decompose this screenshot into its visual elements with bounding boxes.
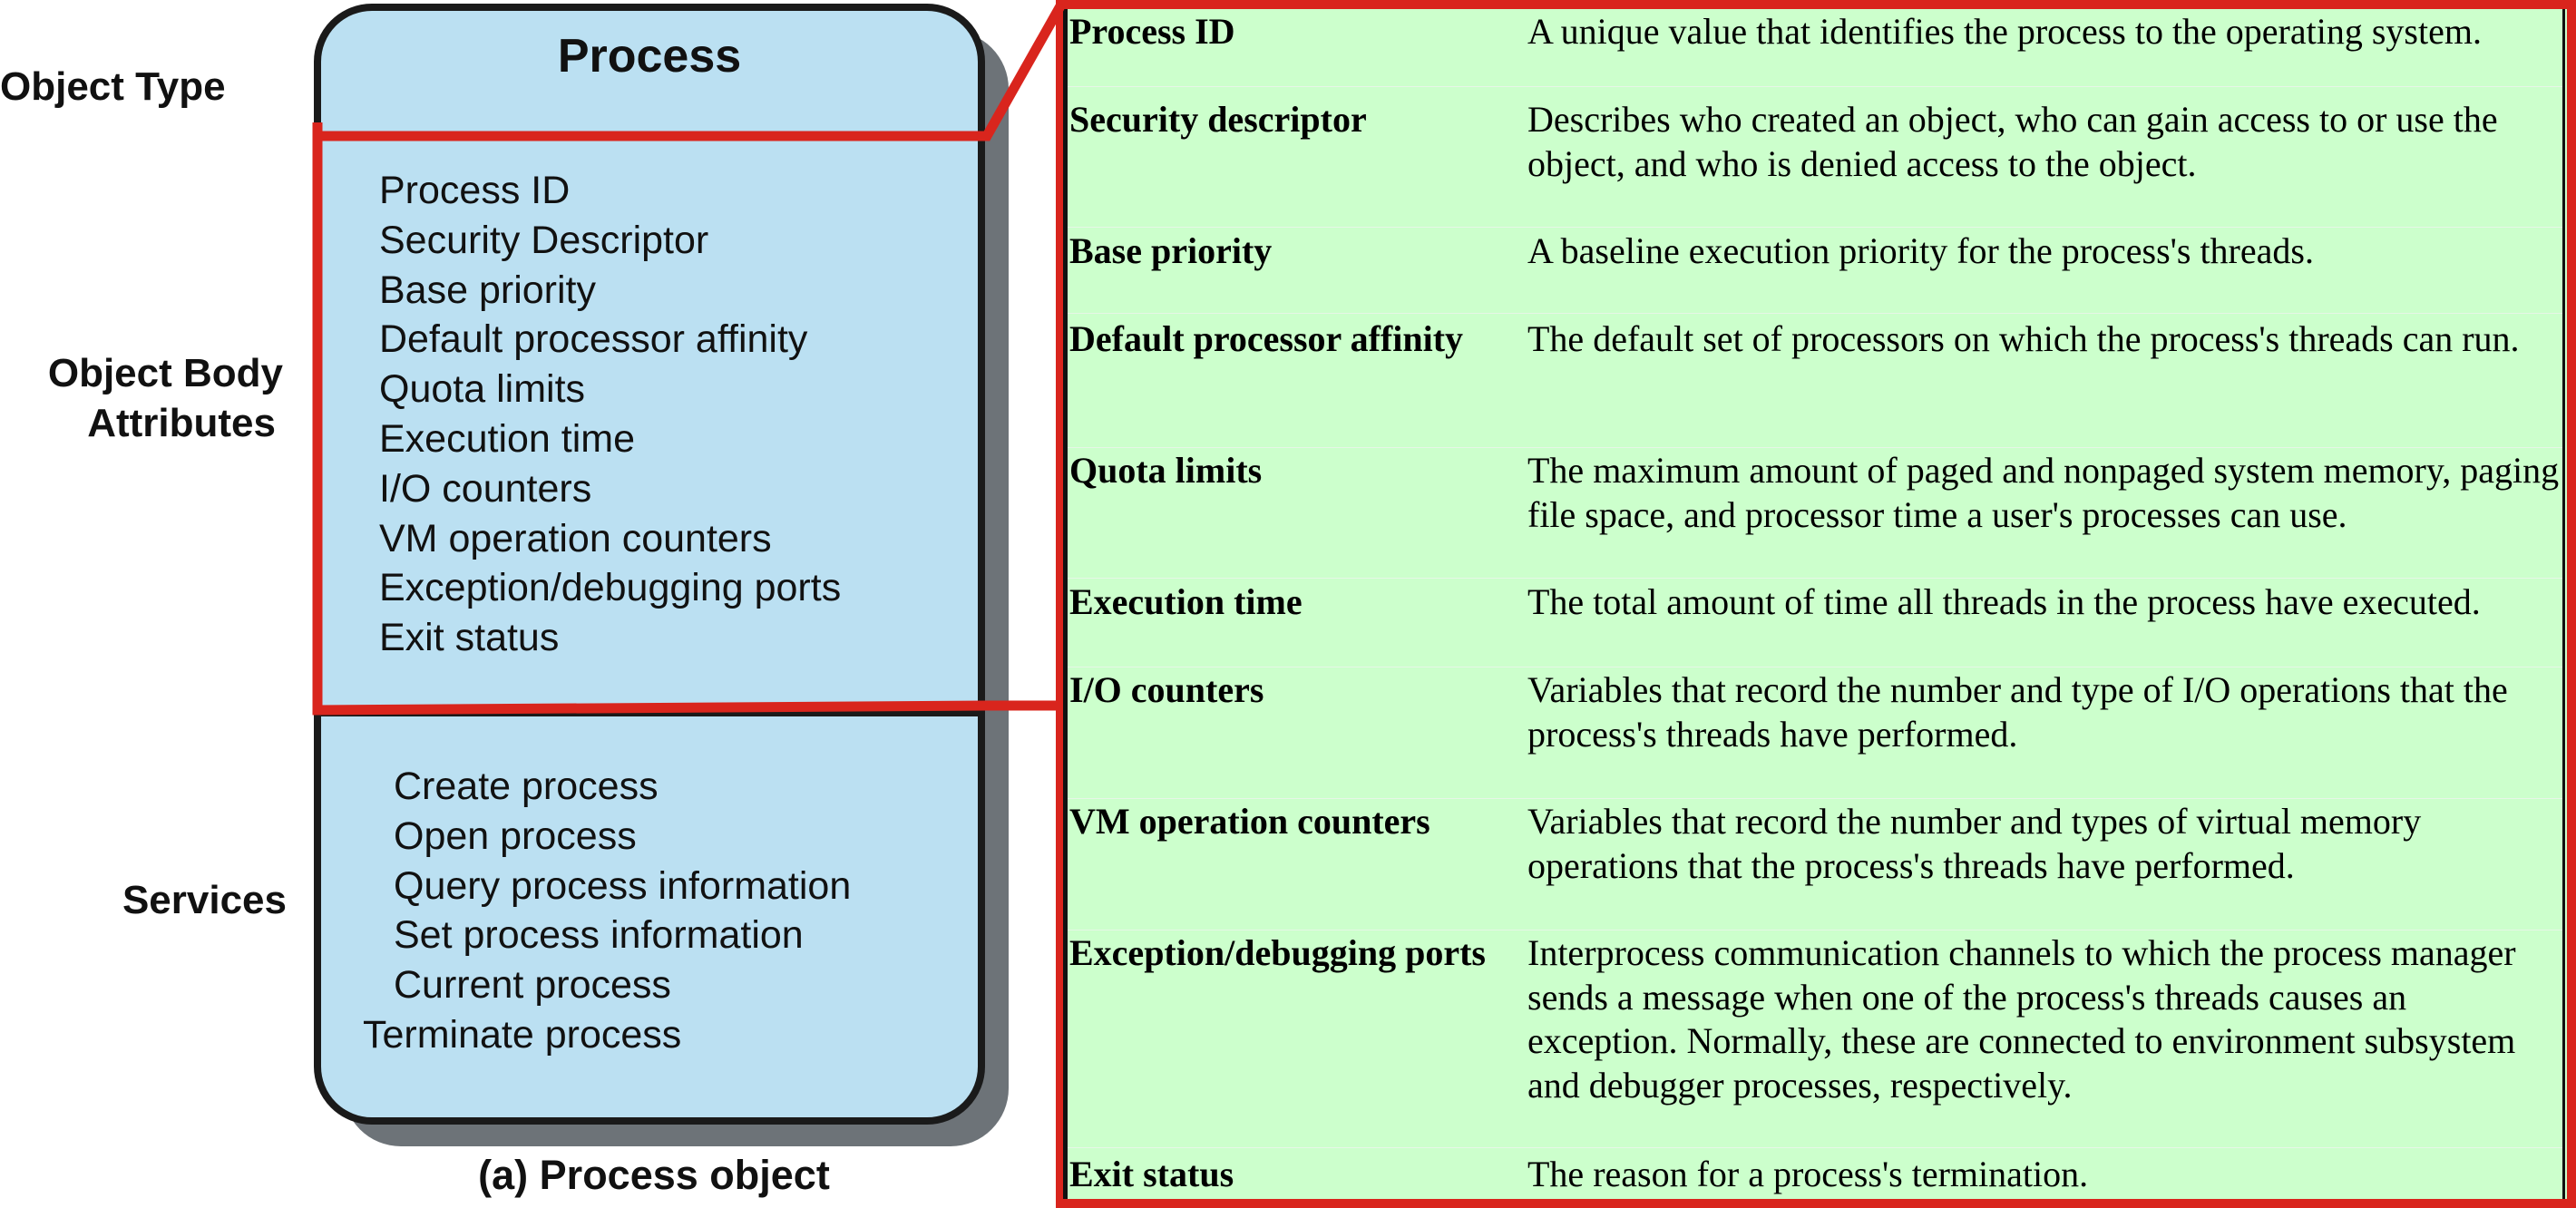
- attribute-description: The total amount of time all threads in …: [1527, 581, 2481, 622]
- row-divider: [1068, 1147, 2562, 1148]
- row-divider: [1068, 447, 2562, 448]
- attribute-name: Default processor affinity: [1069, 318, 1464, 359]
- panel-inner-border: [2562, 9, 2565, 1199]
- attribute-item: Process ID: [379, 169, 571, 212]
- attribute-description: Interprocess communication channels to w…: [1527, 932, 2516, 1106]
- services-divider: [317, 709, 983, 716]
- service-item: Create process: [394, 765, 659, 808]
- service-item: Current process: [394, 963, 671, 1008]
- attribute-name: Security descriptor: [1069, 99, 1367, 140]
- panel-inner-border: [1063, 9, 1068, 1199]
- attribute-name: I/O counters: [1069, 669, 1264, 710]
- attribute-description: Variables that record the number and typ…: [1527, 669, 2508, 755]
- attribute-item: Base priority: [379, 268, 596, 312]
- object-body-attributes-label: Object Body Attributes: [18, 348, 283, 448]
- attribute-item: Exit status: [379, 616, 560, 660]
- attribute-name: Exit status: [1069, 1154, 1234, 1194]
- row-divider: [1068, 798, 2562, 799]
- object-type-label: Object Type: [0, 64, 226, 109]
- process-object-title: Process: [557, 30, 742, 83]
- row-divider: [1068, 313, 2562, 314]
- object-body-label-line2: Attributes: [87, 401, 276, 445]
- attribute-item: Default processor affinity: [379, 317, 808, 362]
- attribute-name: Process ID: [1069, 11, 1235, 52]
- attribute-name: Base priority: [1069, 230, 1273, 271]
- attribute-description: Describes who created an object, who can…: [1527, 99, 2498, 184]
- attribute-name: VM operation counters: [1069, 801, 1430, 842]
- row-divider: [1068, 86, 2562, 87]
- services-list: Create process Open process Query proces…: [363, 762, 852, 1060]
- attribute-list: Process ID Security Descriptor Base prio…: [379, 166, 841, 663]
- attribute-name: Exception/debugging ports: [1069, 932, 1486, 973]
- attribute-item: Security Descriptor: [379, 218, 709, 262]
- service-item: Terminate process: [363, 1012, 682, 1057]
- attribute-item: I/O counters: [379, 466, 592, 511]
- figure-caption: (a) Process object: [478, 1152, 830, 1198]
- service-item: Set process information: [394, 913, 804, 958]
- attribute-item: Exception/debugging ports: [379, 566, 842, 610]
- row-divider: [1068, 578, 2562, 579]
- attribute-description: The reason for a process's termination.: [1527, 1154, 2089, 1194]
- attribute-description: A baseline execution priority for the pr…: [1527, 230, 2314, 271]
- service-item: Open process: [394, 813, 637, 858]
- attribute-item: VM operation counters: [379, 516, 772, 560]
- attribute-item: Quota limits: [379, 367, 586, 412]
- services-label: Services: [122, 878, 287, 922]
- attribute-description: The maximum amount of paged and nonpaged…: [1527, 450, 2560, 535]
- service-item: Query process information: [394, 863, 852, 908]
- attribute-name: Quota limits: [1069, 450, 1263, 491]
- row-divider: [1068, 227, 2562, 228]
- attribute-description: A unique value that identifies the proce…: [1527, 11, 2482, 52]
- attribute-description: The default set of processors on which t…: [1527, 318, 2520, 359]
- attribute-name: Execution time: [1069, 581, 1303, 622]
- attribute-item: Execution time: [379, 416, 636, 461]
- object-body-label-line1: Object Body: [47, 351, 283, 395]
- attribute-description: Variables that record the number and typ…: [1527, 801, 2422, 886]
